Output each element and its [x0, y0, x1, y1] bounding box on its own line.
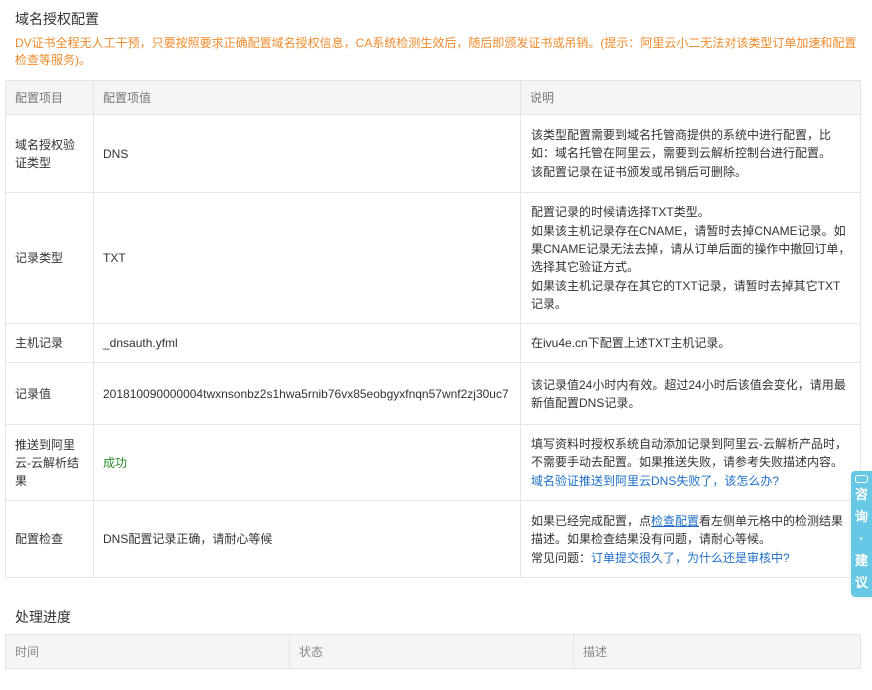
table-row: 记录值 201810090000004twxnsonbz2s1hwa5rnib7…: [5, 362, 861, 425]
header-time: 时间: [5, 634, 290, 669]
table-header-row: 配置项目 配置项值 说明: [5, 80, 861, 115]
desc-line: 在ivu4e.cn下配置上述TXT主机记录。: [531, 336, 731, 350]
table-header-row: 时间 状态 描述: [5, 634, 861, 669]
row-value: DNS配置记录正确，请耐心等候: [93, 500, 521, 578]
desc-line: 该配置记录在证书颁发或吊销后可删除。: [531, 165, 748, 179]
table-row: 记录类型 TXT 配置记录的时候请选择TXT类型。 如果该主机记录存在CNAME…: [5, 192, 861, 324]
row-description: 如果已经完成配置，点检查配置看左侧单元格中的检测结果描述。如果检查结果没有问题，…: [520, 500, 861, 578]
push-status-success: 成功: [93, 424, 521, 501]
row-item-label: 域名授权验证类型: [5, 114, 94, 193]
header-config-value: 配置项值: [93, 80, 521, 115]
config-table: 配置项目 配置项值 说明 域名授权验证类型 DNS 该类型配置需要到域名托管商提…: [5, 80, 861, 578]
desc-line: 如果该主机记录存在其它的TXT记录，请暂时去掉其它TXT记录。: [531, 279, 841, 311]
header-description: 描述: [573, 634, 861, 669]
row-description: 该记录值24小时内有效。超过24小时后该值会变化，请用最新值配置DNS记录。: [520, 362, 861, 425]
desc-line: 配置记录的时候请选择TXT类型。: [531, 205, 710, 219]
faq-line: 常见问题：订单提交很久了，为什么还是审核中?: [531, 549, 851, 567]
row-description: 配置记录的时候请选择TXT类型。 如果该主机记录存在CNAME，请暂时去掉CNA…: [520, 192, 861, 324]
section-title-domain-auth: 域名授权配置: [15, 11, 99, 27]
row-description: 填写资料时授权系统自动添加记录到阿里云-云解析产品时，不需要手动去配置。如果推送…: [520, 424, 861, 501]
desc-line: 该记录值24小时内有效。超过24小时后该值会变化，请用最新值配置DNS记录。: [531, 377, 846, 410]
check-config-link[interactable]: 检查配置: [651, 514, 699, 528]
desc-line: 如果该主机记录存在CNAME，请暂时去掉CNAME记录。如果CNAME记录无法去…: [531, 224, 851, 274]
row-description: 在ivu4e.cn下配置上述TXT主机记录。: [520, 323, 861, 363]
row-value: DNS: [93, 114, 521, 193]
row-value: _dnsauth.yfml: [93, 323, 521, 363]
header-status: 状态: [289, 634, 574, 669]
table-row: 推送到阿里云-云解析结果 成功 填写资料时授权系统自动添加记录到阿里云-云解析产…: [5, 424, 861, 501]
desc-line: 如果已经完成配置，点检查配置看左侧单元格中的检测结果描述。如果检查结果没有问题，…: [531, 513, 844, 546]
row-item-label: 主机记录: [5, 323, 94, 363]
row-value: TXT: [93, 192, 521, 324]
faq-pending-review-link[interactable]: 订单提交很久了，为什么还是审核中?: [591, 551, 790, 565]
section-title-progress: 处理进度: [15, 609, 71, 625]
desc-line: 该类型配置需要到域名托管商提供的系统中进行配置，比如：域名托管在阿里云，需要到云…: [531, 128, 832, 160]
push-failed-help-link[interactable]: 域名验证推送到阿里云DNS失败了，该怎么办?: [531, 474, 779, 488]
table-row: 域名授权验证类型 DNS 该类型配置需要到域名托管商提供的系统中进行配置，比如：…: [5, 114, 861, 193]
chat-bubble-icon: [855, 475, 868, 483]
table-row: 主机记录 _dnsauth.yfml 在ivu4e.cn下配置上述TXT主机记录…: [5, 323, 861, 363]
notice-text: DV证书全程无人工干预，只要按照要求正确配置域名授权信息，CA系统检测生效后，随…: [15, 36, 857, 67]
header-description: 说明: [520, 80, 861, 115]
row-item-label: 记录值: [5, 362, 94, 425]
faq-label: 常见问题：: [531, 550, 592, 565]
row-description: 该类型配置需要到域名托管商提供的系统中进行配置，比如：域名托管在阿里云，需要到云…: [520, 114, 861, 193]
desc-line: 填写资料时授权系统自动添加记录到阿里云-云解析产品时，不需要手动去配置。如果推送…: [531, 437, 847, 469]
row-item-label: 配置检查: [5, 500, 94, 578]
row-value: 201810090000004twxnsonbz2s1hwa5rnib76vx8…: [93, 362, 521, 425]
header-config-item: 配置项目: [5, 80, 94, 115]
consult-suggest-button[interactable]: 咨 询 · 建 议: [851, 471, 872, 597]
table-row: 配置检查 DNS配置记录正确，请耐心等候 如果已经完成配置，点检查配置看左侧单元…: [5, 500, 861, 578]
row-item-label: 推送到阿里云-云解析结果: [5, 424, 94, 501]
progress-table: 时间 状态 描述: [5, 634, 861, 669]
row-item-label: 记录类型: [5, 192, 94, 324]
